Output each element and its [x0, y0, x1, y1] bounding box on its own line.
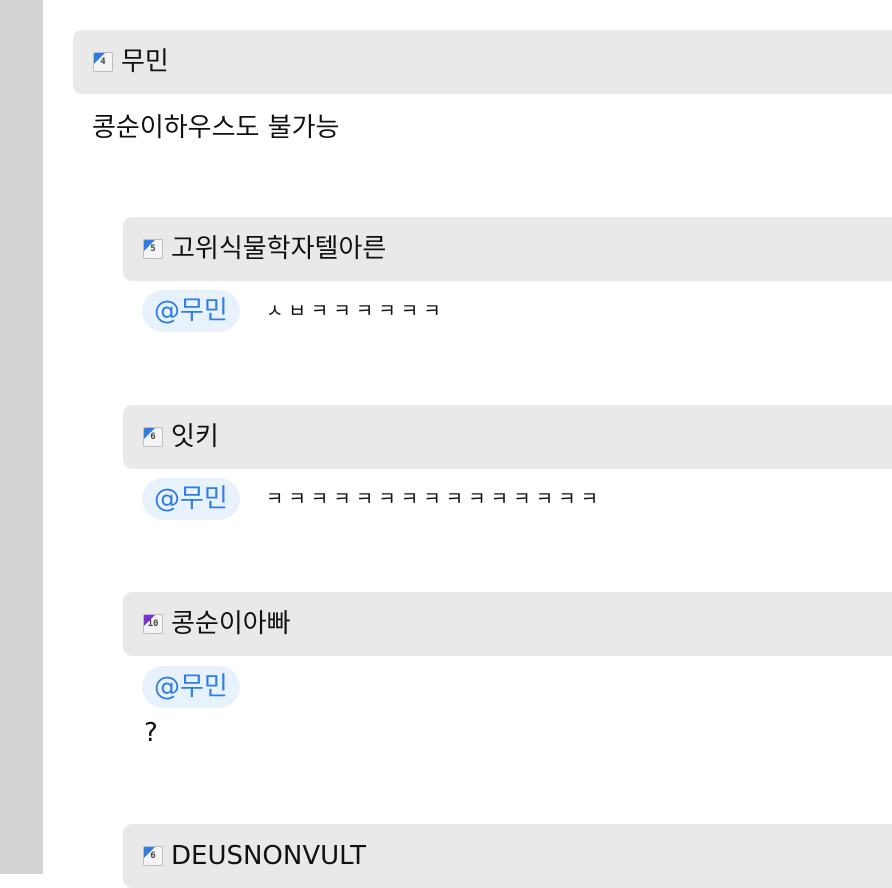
level-badge-icon: 4 — [93, 52, 113, 72]
comment-author[interactable]: 잇키 — [171, 424, 219, 450]
comment-header: 6 DEUSNONVULT — [123, 824, 892, 888]
level-badge-icon: 6 — [143, 846, 163, 866]
comment-body: @무민 — [142, 666, 266, 708]
comment-body: @무민 ㅅㅂㅋㅋㅋㅋㅋㅋ — [142, 290, 446, 332]
comment-header: 6 잇키 — [123, 405, 892, 469]
level-badge-icon: 6 — [143, 427, 163, 447]
comment-author[interactable]: 무민 — [121, 49, 169, 75]
comment-header: 4 무민 — [73, 30, 892, 94]
comment-text: ㅋㅋㅋㅋㅋㅋㅋㅋㅋㅋㅋㅋㅋㅋㅋ — [265, 487, 604, 510]
level-badge-icon: 10 — [143, 614, 163, 634]
mention-link[interactable]: @무민 — [142, 290, 240, 332]
comment-text: 콩순이하우스도 불가능 — [92, 113, 340, 144]
comment-header: 10 콩순이아빠 — [123, 592, 892, 656]
comment-thread: 4 무민 콩순이하우스도 불가능 5 고위식물학자텔아른 @무민 ㅅㅂㅋㅋㅋㅋㅋ… — [43, 0, 892, 888]
level-badge-icon: 5 — [143, 239, 163, 259]
comment-body: ? — [144, 716, 158, 752]
comment-header: 5 고위식물학자텔아른 — [123, 217, 892, 281]
mention-link[interactable]: @무민 — [142, 478, 240, 520]
mention-link[interactable]: @무민 — [142, 666, 240, 708]
comment-body: 콩순이하우스도 불가능 — [92, 108, 339, 150]
comment-text: ? — [144, 718, 158, 749]
comment-text: ㅅㅂㅋㅋㅋㅋㅋㅋ — [265, 299, 446, 322]
comment-author[interactable]: 고위식물학자텔아른 — [171, 236, 386, 262]
comment-body: @무민 ㅋㅋㅋㅋㅋㅋㅋㅋㅋㅋㅋㅋㅋㅋㅋ — [142, 478, 603, 520]
left-rail — [0, 0, 43, 874]
comment-author[interactable]: DEUSNONVULT — [171, 843, 366, 869]
comment-author[interactable]: 콩순이아빠 — [171, 611, 291, 637]
